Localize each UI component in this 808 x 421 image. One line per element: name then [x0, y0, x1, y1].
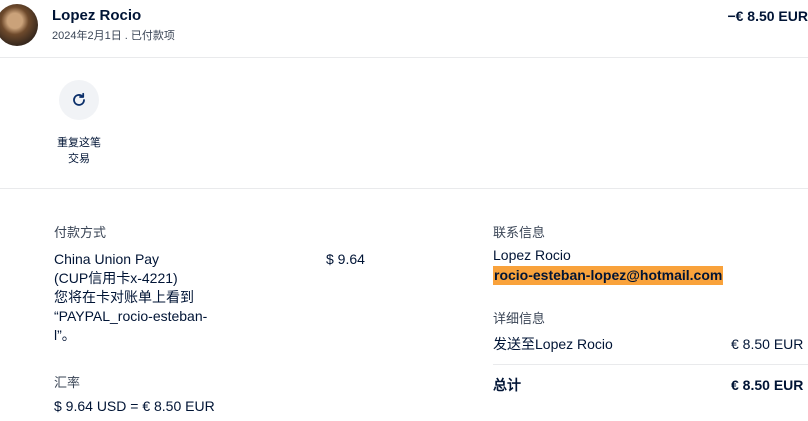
exchange-rate-value: $ 9.64 USD = € 8.50 EUR [54, 398, 215, 414]
contact-email[interactable]: rocio-esteban-lopez@hotmail.com [493, 266, 724, 285]
repeat-label-line1: 重复这笔 [57, 137, 101, 149]
avatar [0, 4, 38, 46]
payment-method-line3: 您将在卡对账单上看到 [54, 289, 194, 305]
merchant-name: Lopez Rocio [52, 7, 142, 24]
total-label: 总计 [493, 377, 521, 393]
total-amount: € 8.50 EUR [731, 377, 804, 393]
payment-method-line4: “PAYPAL_rocio-esteban- [54, 308, 208, 324]
exchange-rate-title: 汇率 [54, 375, 81, 390]
sent-to-label: 发送至Lopez Rocio [493, 336, 613, 352]
repeat-label-line2: 交易 [68, 153, 90, 165]
transaction-header: Lopez Rocio 2024年2月1日 . 已付款项 −€ 8.50 EUR [0, 0, 808, 58]
payment-method-line2: (CUP信用卡x-4221) [54, 270, 178, 286]
payment-amount: $ 9.64 [326, 251, 365, 267]
sent-to-amount: € 8.50 EUR [731, 336, 804, 352]
repeat-transaction-button[interactable] [59, 80, 99, 120]
payment-method-title: 付款方式 [54, 225, 107, 240]
contact-info-title: 联系信息 [493, 225, 546, 240]
repeat-transaction-label[interactable]: 重复这笔 交易 [44, 135, 114, 167]
transaction-amount: −€ 8.50 EUR [727, 8, 808, 24]
actions-bar: 重复这笔 交易 [0, 58, 808, 189]
refresh-icon [73, 92, 85, 106]
details-title: 详细信息 [493, 311, 546, 326]
payment-method-line5: l”。 [54, 327, 76, 343]
contact-name: Lopez Rocio [493, 247, 571, 263]
payment-method-line1: China Union Pay [54, 251, 160, 267]
transaction-date-status: 2024年2月1日 . 已付款项 [52, 30, 175, 42]
details-divider [493, 364, 808, 365]
